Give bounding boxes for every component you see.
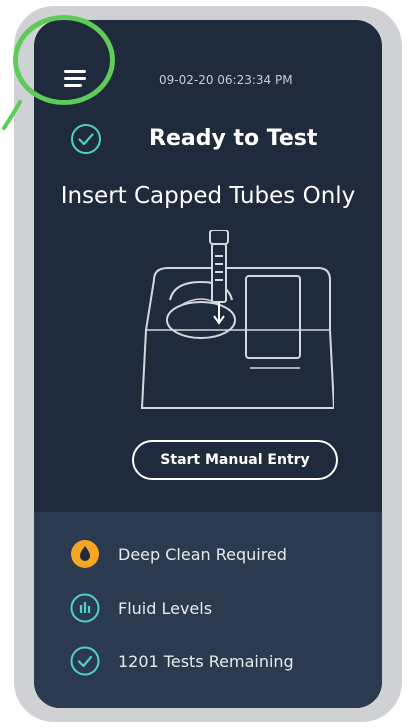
instruction-text: Insert Capped Tubes Only [60, 183, 356, 209]
status-item-label: Deep Clean Required [118, 544, 287, 564]
status-item-fluid-levels[interactable]: Fluid Levels [70, 591, 212, 625]
highlight-circle [13, 15, 115, 105]
status-item-label: Fluid Levels [118, 598, 213, 618]
insert-tube-device-illustration [140, 230, 334, 409]
check-circle-icon [70, 646, 100, 676]
status-title: Ready to Test [149, 126, 318, 151]
status-panel: Deep Clean Required Fluid Levels 1201 Te… [34, 512, 382, 708]
device-frame: 09-02-20 06:23:34 PM Ready to Test Inser… [14, 6, 402, 722]
highlight-arrow [2, 100, 22, 130]
status-item-label: 1201 Tests Remaining [118, 651, 294, 671]
droplet-icon [71, 540, 99, 568]
device-screen: 09-02-20 06:23:34 PM Ready to Test Inser… [34, 20, 382, 708]
status-item-deep-clean[interactable]: Deep Clean Required [70, 537, 287, 571]
start-manual-entry-button[interactable]: Start Manual Entry [132, 440, 338, 480]
check-circle-icon [71, 124, 101, 154]
bar-chart-icon [70, 593, 100, 623]
status-item-tests-remaining[interactable]: 1201 Tests Remaining [70, 644, 294, 678]
timestamp: 09-02-20 06:23:34 PM [159, 73, 293, 87]
